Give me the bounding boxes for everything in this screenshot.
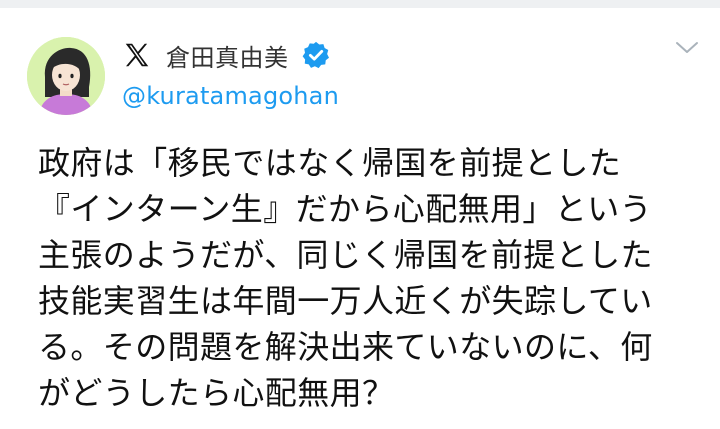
display-name[interactable]: 倉田真由美 bbox=[166, 38, 289, 73]
tweet-text: 政府は「移民ではなく帰国を前提とした 『インターン生』だから心配無用」という 主… bbox=[38, 144, 653, 412]
tweet-card: 倉田真由美 @kuratamagohan 政府は「移民ではなく帰国を前提とした … bbox=[0, 0, 720, 429]
x-logo-icon bbox=[122, 40, 152, 70]
divider bbox=[0, 0, 720, 8]
name-row: 倉田真由美 bbox=[122, 38, 339, 72]
user-avatar-illustration-icon bbox=[27, 37, 105, 115]
verified-badge-icon bbox=[301, 40, 331, 70]
user-handle[interactable]: @kuratamagohan bbox=[122, 82, 339, 110]
chevron-down-icon[interactable] bbox=[674, 38, 700, 58]
avatar[interactable] bbox=[27, 37, 105, 115]
tweet-header: 倉田真由美 @kuratamagohan bbox=[122, 38, 339, 110]
